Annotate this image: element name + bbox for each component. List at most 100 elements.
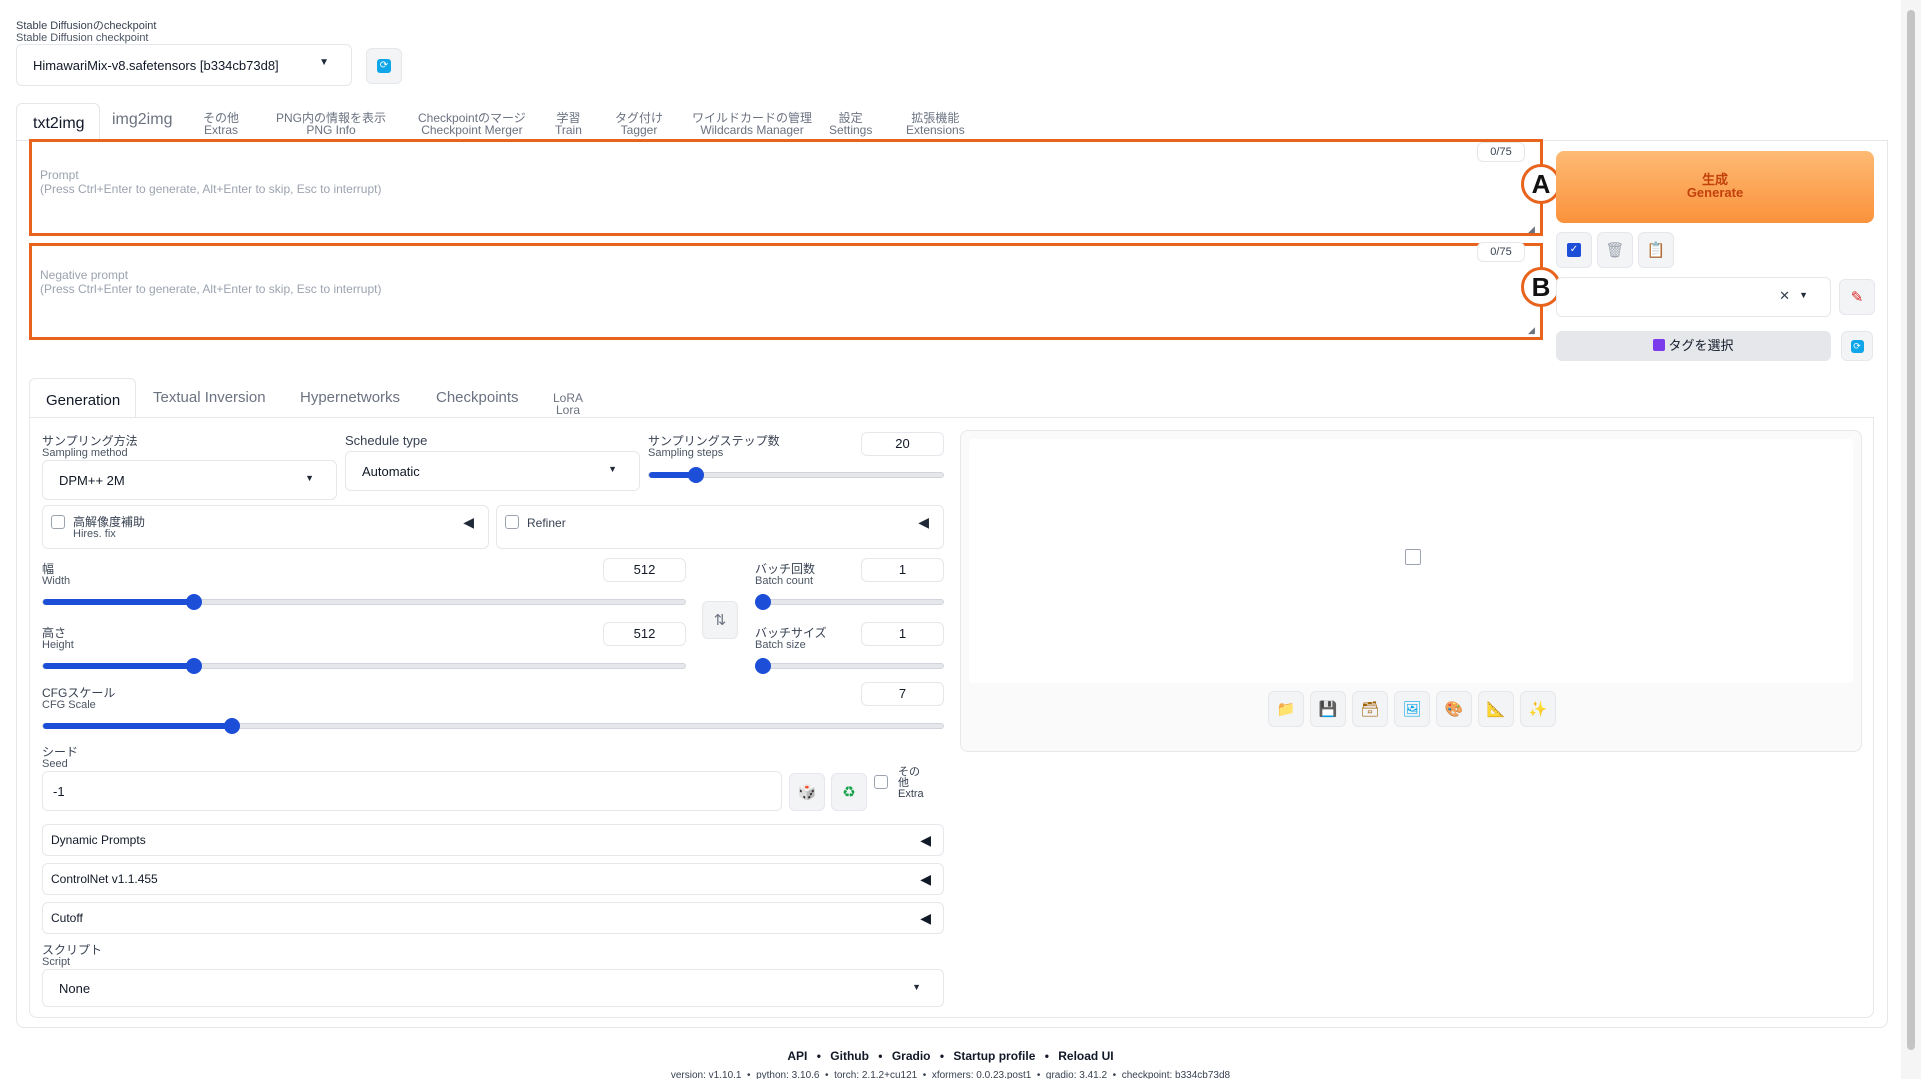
slider-thumb[interactable] [224, 718, 240, 734]
tab-wildcards-manager[interactable]: ワイルドカードの管理 Wildcards Manager [692, 112, 812, 136]
reuse-seed-button[interactable]: ♻ [831, 773, 867, 811]
tab-tagger[interactable]: タグ付け Tagger [615, 112, 663, 136]
accordion-cutoff[interactable]: Cutoff ◀ [42, 902, 944, 934]
sampling-steps-label: サンプリングステップ数 Sampling steps [648, 435, 780, 459]
save-button[interactable]: 💾 [1310, 691, 1346, 727]
tab-checkpoint-merger-label-en: Checkpoint Merger [421, 123, 523, 137]
cfg-scale-label: CFGスケール CFG Scale [42, 687, 115, 711]
subtab-generation-label: Generation [46, 392, 121, 409]
sampling-method-label-en: Sampling method [42, 447, 128, 459]
subtab-generation[interactable]: Generation [29, 378, 136, 418]
subtab-checkpoints-label: Checkpoints [436, 389, 519, 406]
tab-tagger-label-en: Tagger [620, 123, 658, 137]
page-scrollbar[interactable] [1901, 0, 1921, 1079]
footer-link-reload-ui[interactable]: Reload UI [1058, 1049, 1113, 1063]
batch-size-input[interactable]: 1 [861, 622, 944, 646]
schedule-type-dropdown[interactable]: Automatic ▼ [345, 451, 640, 491]
tab-extensions[interactable]: 拡張機能 Extensions [906, 112, 965, 136]
output-gallery-panel: 📁 💾 🗃 🖼 🎨 📐 ✨ [960, 430, 1862, 752]
sampling-method-dropdown[interactable]: DPM++ 2M ▼ [42, 460, 337, 500]
footer-link-startup-profile[interactable]: Startup profile [953, 1049, 1035, 1063]
cfg-scale-label-ja: CFGスケール [42, 686, 116, 700]
tab-train[interactable]: 学習 Train [555, 112, 582, 136]
chevron-down-icon: ▼ [319, 57, 329, 68]
slider-thumb[interactable] [185, 594, 202, 610]
tab-settings[interactable]: 設定 Settings [829, 112, 872, 136]
slider-thumb[interactable] [755, 594, 771, 610]
sparkle-icon: ✨ [1528, 701, 1548, 718]
send-to-inpaint-button[interactable]: 🎨 [1436, 691, 1472, 727]
extra-label: その 他 Extra [898, 767, 924, 800]
batch-size-slider[interactable] [755, 658, 944, 674]
upscale-button[interactable]: ✨ [1520, 691, 1556, 727]
footer-links: API • Github • Gradio • Startup profile … [787, 1049, 1114, 1063]
save-zip-button[interactable]: 🗃 [1352, 691, 1388, 727]
collapse-triangle-icon: ◀ [918, 514, 929, 530]
cfg-scale-input[interactable]: 7 [861, 682, 944, 706]
open-folder-button[interactable]: 📁 [1268, 691, 1304, 727]
random-seed-button[interactable]: 🎲 [789, 773, 825, 811]
hires-fix-label: 高解像度補助 Hires. fix [73, 516, 145, 540]
subtab-lora[interactable]: LoRA Lora [553, 392, 583, 416]
batch-count-input[interactable]: 1 [861, 558, 944, 582]
swap-dimensions-button[interactable]: ⇅ [702, 601, 738, 639]
batch-count-slider[interactable] [755, 594, 944, 610]
tab-settings-label-en: Settings [829, 123, 873, 137]
accordion-dynamic-prompts[interactable]: Dynamic Prompts ◀ [42, 824, 944, 856]
sampling-method-value: DPM++ 2M [59, 473, 125, 488]
tab-img2img-label: img2img [112, 111, 173, 128]
script-label-en: Script [42, 956, 71, 968]
script-label-ja: スクリプト [42, 943, 103, 957]
width-slider[interactable] [42, 594, 686, 610]
height-input[interactable]: 512 [603, 622, 686, 646]
tab-png-info[interactable]: PNG内の情報を表示 PNG Info [276, 112, 386, 136]
schedule-type-label: Schedule type [345, 433, 428, 448]
subtab-hypernetworks[interactable]: Hypernetworks [300, 390, 400, 405]
footer-link-gradio[interactable]: Gradio [892, 1049, 931, 1063]
extra-seed-checkbox[interactable] [874, 775, 888, 789]
footer-link-github[interactable]: Github [830, 1049, 869, 1063]
cfg-scale-slider[interactable] [42, 718, 944, 734]
footer-link-api[interactable]: API [787, 1049, 807, 1063]
send-to-extras-button[interactable]: 📐 [1478, 691, 1514, 727]
height-slider[interactable] [42, 658, 686, 674]
slider-thumb[interactable] [755, 658, 771, 674]
sampling-steps-slider[interactable] [648, 467, 944, 483]
sampling-steps-input[interactable]: 20 [861, 432, 944, 456]
seed-input[interactable]: -1 [42, 771, 782, 811]
script-dropdown[interactable]: None ▼ [42, 969, 944, 1007]
slider-thumb[interactable] [688, 467, 705, 483]
hires-fix-accordion[interactable]: 高解像度補助 Hires. fix ◀ [42, 505, 489, 549]
scrollbar-thumb[interactable] [1907, 10, 1915, 1050]
refresh-checkpoint-button[interactable]: ⟳ [366, 48, 402, 84]
accordion-dynamic-prompts-label: Dynamic Prompts [51, 833, 146, 847]
hires-fix-checkbox[interactable] [51, 515, 65, 529]
sampling-steps-label-ja: サンプリングステップ数 [648, 434, 780, 448]
width-input[interactable]: 512 [603, 558, 686, 582]
checkpoint-label: Stable Diffusionのcheckpoint Stable Diffu… [16, 20, 156, 44]
image-icon: 🖼 [1402, 701, 1422, 718]
script-label: スクリプト Script [42, 944, 102, 968]
accordion-controlnet[interactable]: ControlNet v1.1.455 ◀ [42, 863, 944, 895]
refiner-accordion[interactable]: Refiner ◀ [496, 505, 944, 549]
refiner-checkbox[interactable] [505, 515, 519, 529]
tab-txt2img[interactable]: txt2img [16, 103, 100, 141]
checkpoint-dropdown[interactable]: HimawariMix-v8.safetensors [b334cb73d8] … [16, 44, 352, 86]
image-placeholder-icon [1405, 549, 1421, 565]
footer-version: version: v1.10.1 • python: 3.10.6 • torc… [670, 1070, 1231, 1079]
subtab-checkpoints[interactable]: Checkpoints [436, 389, 519, 406]
script-value: None [59, 981, 91, 996]
slider-thumb[interactable] [185, 658, 202, 674]
height-label-en: Height [42, 639, 74, 651]
tab-train-label-en: Train [555, 123, 582, 137]
tab-extras-label-en: Extras [204, 123, 239, 137]
tab-img2img[interactable]: img2img [112, 111, 173, 128]
tab-extensions-label-en: Extensions [906, 123, 965, 137]
seed-label-ja: シード [42, 745, 79, 759]
batch-size-label-en: Batch size [755, 639, 806, 651]
swap-arrows-icon: ⇅ [713, 612, 727, 629]
tab-checkpoint-merger[interactable]: Checkpointのマージ Checkpoint Merger [418, 112, 526, 136]
subtab-textual-inversion[interactable]: Textual Inversion [153, 390, 266, 405]
send-to-img2img-button[interactable]: 🖼 [1394, 691, 1430, 727]
tab-extras[interactable]: その他 Extras [203, 112, 239, 136]
